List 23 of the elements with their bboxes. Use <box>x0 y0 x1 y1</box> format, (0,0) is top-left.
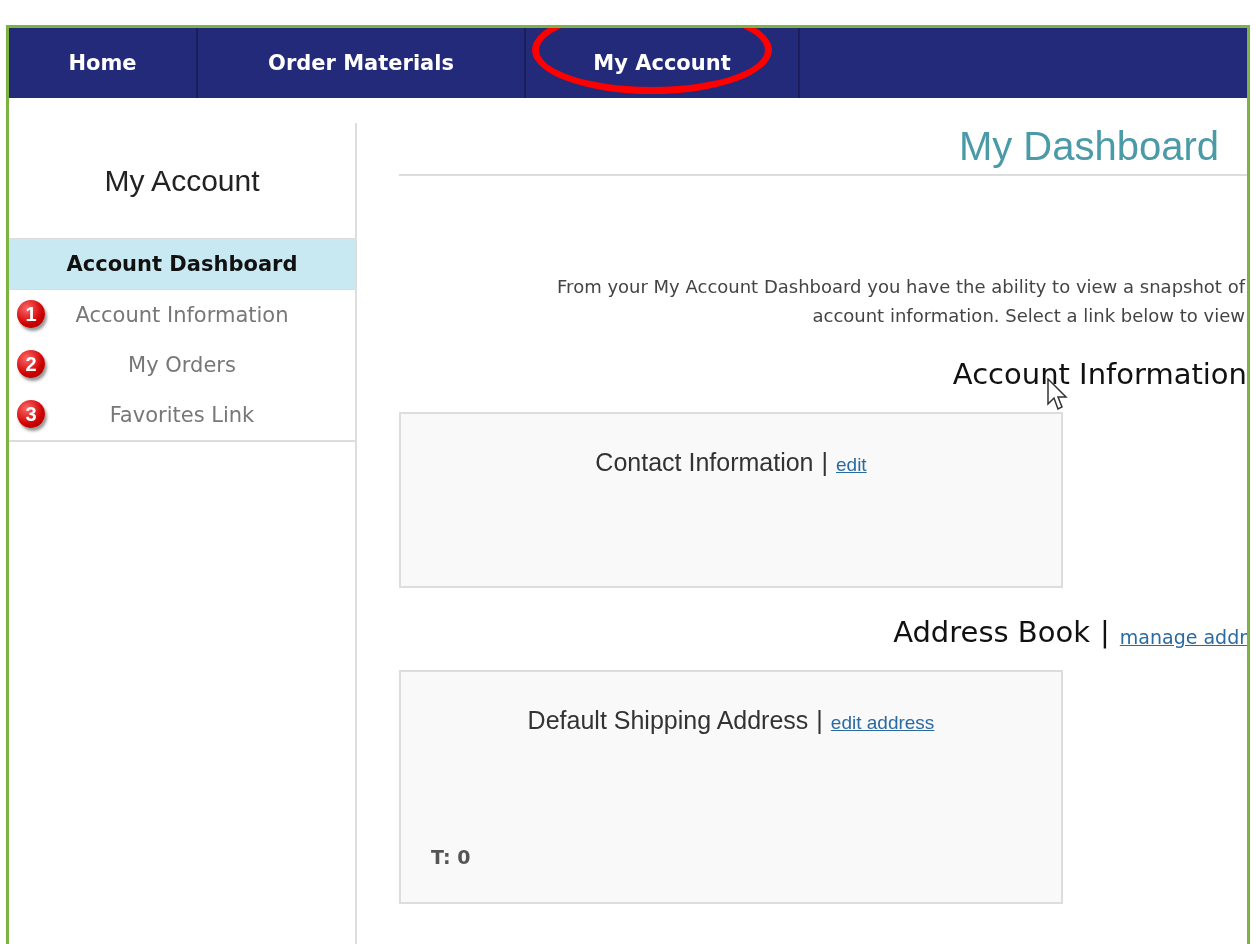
card-title: Contact Information <box>595 448 814 477</box>
separator: | <box>816 706 823 735</box>
sidebar-item[interactable]: Favorites Link <box>109 403 255 427</box>
number-badge: 2 <box>17 350 45 378</box>
edit-link[interactable]: edit <box>836 454 867 476</box>
sidebar-title: My Account <box>103 162 261 199</box>
section-heading: Address Book <box>893 615 1090 649</box>
manage-link[interactable]: manage addr <box>1119 626 1247 648</box>
page-title: My Dashboard <box>399 98 1247 176</box>
separator: | <box>1100 615 1110 649</box>
nav-tab[interactable]: Order Materials <box>198 28 526 98</box>
card-title: Default Shipping Address <box>527 706 809 735</box>
nav-tab[interactable]: My Account <box>526 28 800 98</box>
number-badge: 1 <box>17 300 45 328</box>
intro-text: From your My Account Dashboard you have the ability to view a snapshot of account information. Select a link below to view <box>556 275 1247 328</box>
nav-tab[interactable]: Home <box>9 28 198 98</box>
phone-text: T: 0 <box>431 846 471 868</box>
separator: | <box>821 448 828 477</box>
sidebar-item[interactable]: Account Information <box>75 303 289 327</box>
sidebar-item[interactable]: My Orders <box>128 353 236 377</box>
edit-link[interactable]: edit address <box>830 712 935 734</box>
section-heading: Account Information <box>952 357 1247 391</box>
number-badge: 3 <box>17 400 45 428</box>
